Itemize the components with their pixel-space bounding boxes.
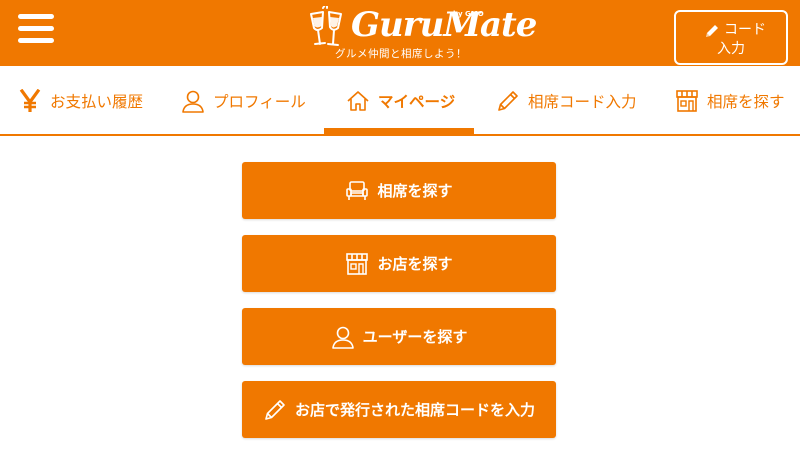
nav-label-payment-history: お支払い履歴 — [50, 93, 144, 111]
chair-icon — [346, 180, 369, 200]
nav-item-mypage[interactable]: マイページ — [346, 66, 455, 136]
active-tab-indicator — [324, 128, 474, 134]
nav-item-payment-history[interactable]: お支払い履歴 — [18, 66, 143, 136]
logo-by-gmo: by GMO — [453, 10, 484, 18]
pencil-icon — [498, 91, 518, 111]
find-seats-button[interactable]: 相席を探す — [242, 162, 556, 219]
find-stores-button[interactable]: お店を探す — [242, 235, 556, 292]
main-nav: お支払い履歴 プロフィール マイページ 相席コード入力 相席を探す — [0, 66, 800, 136]
enter-store-seat-code-button[interactable]: お店で発行された相席コードを入力 — [242, 381, 556, 438]
nav-label-profile: プロフィール — [213, 93, 306, 111]
nav-item-find-seats[interactable]: 相席を探す — [675, 66, 785, 136]
find-users-label: ユーザーを探す — [362, 328, 468, 346]
code-button-label-line2: 入力 — [717, 41, 745, 57]
find-users-button[interactable]: ユーザーを探す — [242, 308, 556, 365]
store-icon — [346, 252, 369, 275]
nav-item-seat-code-input[interactable]: 相席コード入力 — [496, 66, 637, 136]
enter-store-seat-code-label: お店で発行された相席コードを入力 — [294, 401, 535, 419]
pencil-icon — [706, 25, 718, 37]
hamburger-menu-icon[interactable] — [18, 14, 54, 46]
nav-item-profile[interactable]: プロフィール — [181, 66, 306, 136]
find-stores-label: お店を探す — [377, 255, 453, 273]
app-header: GuruMate by GMO グルメ仲間と相席しよう！ コード 入力 — [0, 0, 800, 66]
nav-label-mypage: マイページ — [378, 93, 456, 111]
code-input-button[interactable]: コード 入力 — [674, 10, 788, 65]
code-button-label-line1: コード — [724, 22, 766, 38]
logo-tagline: グルメ仲間と相席しよう！ — [335, 48, 467, 60]
find-seats-label: 相席を探す — [377, 182, 453, 200]
pencil-icon — [265, 399, 285, 420]
nav-label-find-seats: 相席を探す — [707, 93, 785, 111]
logo-wordmark: GuruMate — [351, 5, 537, 45]
yen-icon — [19, 89, 41, 112]
home-icon — [347, 91, 369, 111]
gurumate-logo[interactable]: GuruMate by GMO グルメ仲間と相席しよう！ — [305, 4, 537, 60]
store-icon — [676, 90, 698, 112]
user-icon — [331, 326, 354, 349]
user-icon — [182, 90, 204, 113]
nav-label-seat-code-input: 相席コード入力 — [528, 93, 637, 111]
